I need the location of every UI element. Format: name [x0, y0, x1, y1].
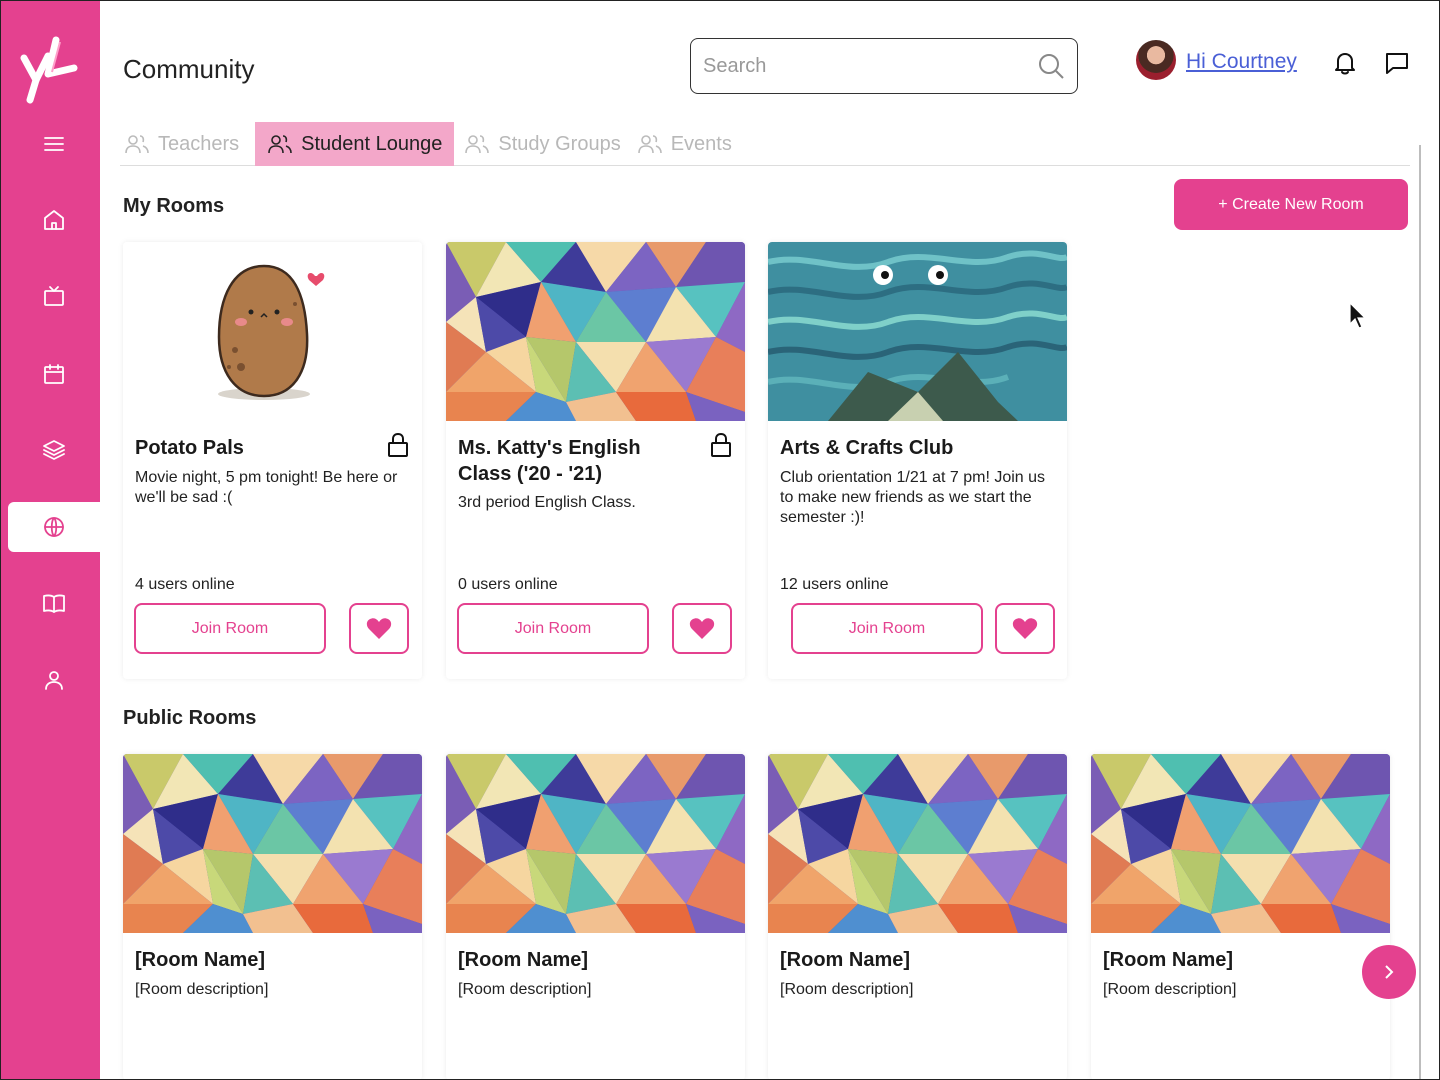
lock-icon: [709, 432, 733, 458]
hamburger-icon: [44, 137, 64, 151]
room-name: Ms. Katty's English Class ('20 - '21): [458, 435, 641, 487]
users-online: 4 users online: [135, 576, 235, 593]
room-name: Potato Pals: [135, 437, 244, 459]
users-online: 12 users online: [780, 576, 889, 593]
public-room-card[interactable]: [Room Name] [Room description]: [446, 754, 745, 1080]
public-room-card[interactable]: [Room Name] [Room description]: [1091, 754, 1390, 1080]
sidebar-item-home[interactable]: [8, 195, 100, 245]
chat-icon: [1386, 53, 1408, 74]
sidebar-item-tv[interactable]: [8, 271, 100, 321]
tab-study-groups[interactable]: Study Groups: [460, 122, 632, 166]
book-icon: [43, 594, 65, 613]
bell-icon: [1335, 53, 1355, 75]
favorite-button[interactable]: [672, 603, 732, 654]
favorite-button[interactable]: [349, 603, 409, 654]
room-cover-image: [123, 754, 422, 933]
room-description: [Room description]: [135, 981, 269, 998]
sidebar-item-calendar[interactable]: [8, 349, 100, 399]
users-icon: [465, 135, 490, 154]
join-room-button[interactable]: Join Room: [457, 603, 649, 654]
app-logo[interactable]: [20, 34, 78, 104]
sidebar-item-profile[interactable]: [8, 655, 100, 705]
next-rooms-button[interactable]: [1362, 945, 1416, 999]
room-cover-image: [446, 754, 745, 933]
room-description: Club orientation 1/21 at 7 pm! Join us t…: [780, 469, 1046, 526]
room-cover-image: [768, 754, 1067, 933]
heart-icon: [689, 617, 715, 639]
room-description: [Room description]: [780, 981, 914, 998]
avatar[interactable]: [1136, 40, 1176, 80]
room-cover-image: [1091, 754, 1390, 933]
public-room-card[interactable]: [Room Name] [Room description]: [123, 754, 422, 1080]
users-icon: [125, 135, 149, 154]
potato-image: [123, 242, 422, 421]
create-new-room-button[interactable]: + Create New Room: [1174, 179, 1408, 230]
tab-teachers[interactable]: Teachers: [120, 122, 251, 166]
tab-label: Events: [670, 132, 732, 155]
search-icon[interactable]: [1037, 52, 1065, 80]
lock-icon: [386, 432, 410, 458]
room-card: Arts & Crafts Club Club orientation 1/21…: [768, 242, 1067, 679]
users-online: 0 users online: [458, 576, 558, 593]
join-room-button[interactable]: Join Room: [791, 603, 983, 654]
hamburger-menu-button[interactable]: [8, 119, 100, 169]
room-name: Arts & Crafts Club: [780, 437, 954, 459]
user-greeting-link[interactable]: Hi Courtney: [1186, 50, 1297, 74]
room-cover-image: [446, 242, 745, 421]
messages-button[interactable]: [1384, 50, 1410, 76]
favorite-button[interactable]: [995, 603, 1055, 654]
room-name: [Room Name]: [1103, 949, 1234, 971]
room-description: [Room description]: [1103, 981, 1237, 998]
user-icon: [45, 671, 63, 690]
join-room-button[interactable]: Join Room: [134, 603, 326, 654]
users-icon: [637, 135, 662, 154]
room-name: [Room Name]: [135, 949, 266, 971]
sidebar-item-layers[interactable]: [8, 425, 100, 475]
search-input[interactable]: [703, 54, 1037, 78]
globe-icon: [44, 517, 64, 537]
search-box[interactable]: [690, 38, 1078, 94]
calendar-icon: [44, 364, 64, 384]
room-name-line: Ms. Katty's English: [458, 437, 641, 459]
heart-icon: [1012, 617, 1038, 639]
room-description: [Room description]: [458, 981, 592, 998]
heart-icon: [366, 617, 392, 639]
sidebar-item-community[interactable]: [8, 502, 100, 552]
my-rooms-heading: My Rooms: [123, 195, 225, 217]
room-name: [Room Name]: [458, 949, 589, 971]
tab-label: Teachers: [158, 132, 240, 155]
layers-icon: [43, 440, 65, 460]
scrollbar[interactable]: [1419, 145, 1421, 1080]
room-description: Movie night, 5 pm tonight! Be here or we…: [135, 469, 398, 506]
room-name-line: Class ('20 - '21): [458, 463, 603, 485]
room-card: Potato Pals Movie night, 5 pm tonight! B…: [123, 242, 422, 679]
sidebar: [0, 0, 100, 1080]
public-room-card[interactable]: [Room Name] [Room description]: [768, 754, 1067, 1080]
notifications-button[interactable]: [1332, 50, 1358, 76]
tab-student-lounge[interactable]: Student Lounge: [255, 122, 455, 166]
room-description: 3rd period English Class.: [458, 494, 636, 511]
tv-icon: [44, 286, 64, 306]
users-icon: [268, 135, 292, 154]
mouse-cursor-icon: [1349, 302, 1367, 329]
page-title: Community: [123, 54, 255, 84]
tab-label: Study Groups: [498, 132, 621, 155]
tab-label: Student Lounge: [301, 132, 443, 155]
sidebar-item-library[interactable]: [8, 578, 100, 628]
public-rooms-heading: Public Rooms: [123, 707, 257, 729]
chevron-right-icon: [1385, 965, 1394, 979]
home-icon: [44, 210, 64, 230]
tab-events[interactable]: Events: [633, 122, 744, 166]
room-card: Ms. Katty's English Class ('20 - '21) 3r…: [446, 242, 745, 679]
painting-image: [768, 242, 1067, 421]
room-name: [Room Name]: [780, 949, 911, 971]
community-tabs: Teachers Student Lounge Study Groups Eve…: [120, 122, 1410, 166]
